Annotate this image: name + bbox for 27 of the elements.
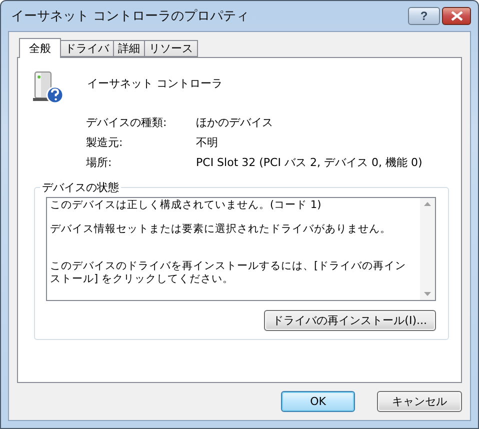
property-value: 不明 — [196, 136, 219, 150]
tab[interactable]: リソース — [144, 40, 198, 57]
property-label: デバイスの種類: — [86, 116, 168, 130]
status-message: このデバイスのドライバを再インストールするには、[ドライバの再インストール] をクリックしてください。 — [50, 260, 408, 286]
property-value: PCI Slot 32 (PCI バス 2, デバイス 0, 機能 0) — [196, 156, 424, 170]
status-message: デバイス情報セットまたは要素に選択されたドライバがありません。 — [50, 223, 392, 236]
status-message: このデバイスは正しく構成されていません。(コード 1) — [50, 199, 322, 212]
scroll-down-icon[interactable] — [424, 292, 431, 296]
property-label: 製造元: — [86, 136, 124, 150]
dialog-button[interactable]: OK — [281, 391, 355, 412]
tab[interactable]: 全般 — [19, 38, 61, 58]
dialog-button[interactable]: キャンセル — [377, 391, 462, 412]
scroll-up-icon[interactable] — [424, 202, 431, 206]
tab[interactable]: ドライバ — [60, 40, 114, 57]
group-title: デバイスの状態 — [41, 180, 120, 195]
reinstall-driver-button[interactable]: ドライバの再インストール(I)... — [264, 310, 436, 331]
window-title: イーサネット コントローラのプロパティ — [10, 8, 250, 25]
device-name: イーサネット コントローラ — [87, 76, 222, 91]
close-icon — [450, 11, 462, 21]
device-question-icon — [30, 70, 64, 104]
status-text-box[interactable]: このデバイスは正しく構成されていません。(コード 1) デバイス情報セットまたは要素に選択されたドライバがありません。 このデバイスのドライバを再インストールするには、[ドライバの再インストール] をクリックしてください。 — [46, 197, 436, 301]
help-button[interactable]: ? — [408, 7, 440, 25]
tab[interactable]: 詳細 — [113, 40, 145, 57]
property-value: ほかのデバイス — [196, 116, 274, 130]
scrollbar[interactable] — [420, 198, 435, 300]
property-label: 場所: — [86, 156, 113, 170]
close-button[interactable] — [442, 7, 471, 25]
